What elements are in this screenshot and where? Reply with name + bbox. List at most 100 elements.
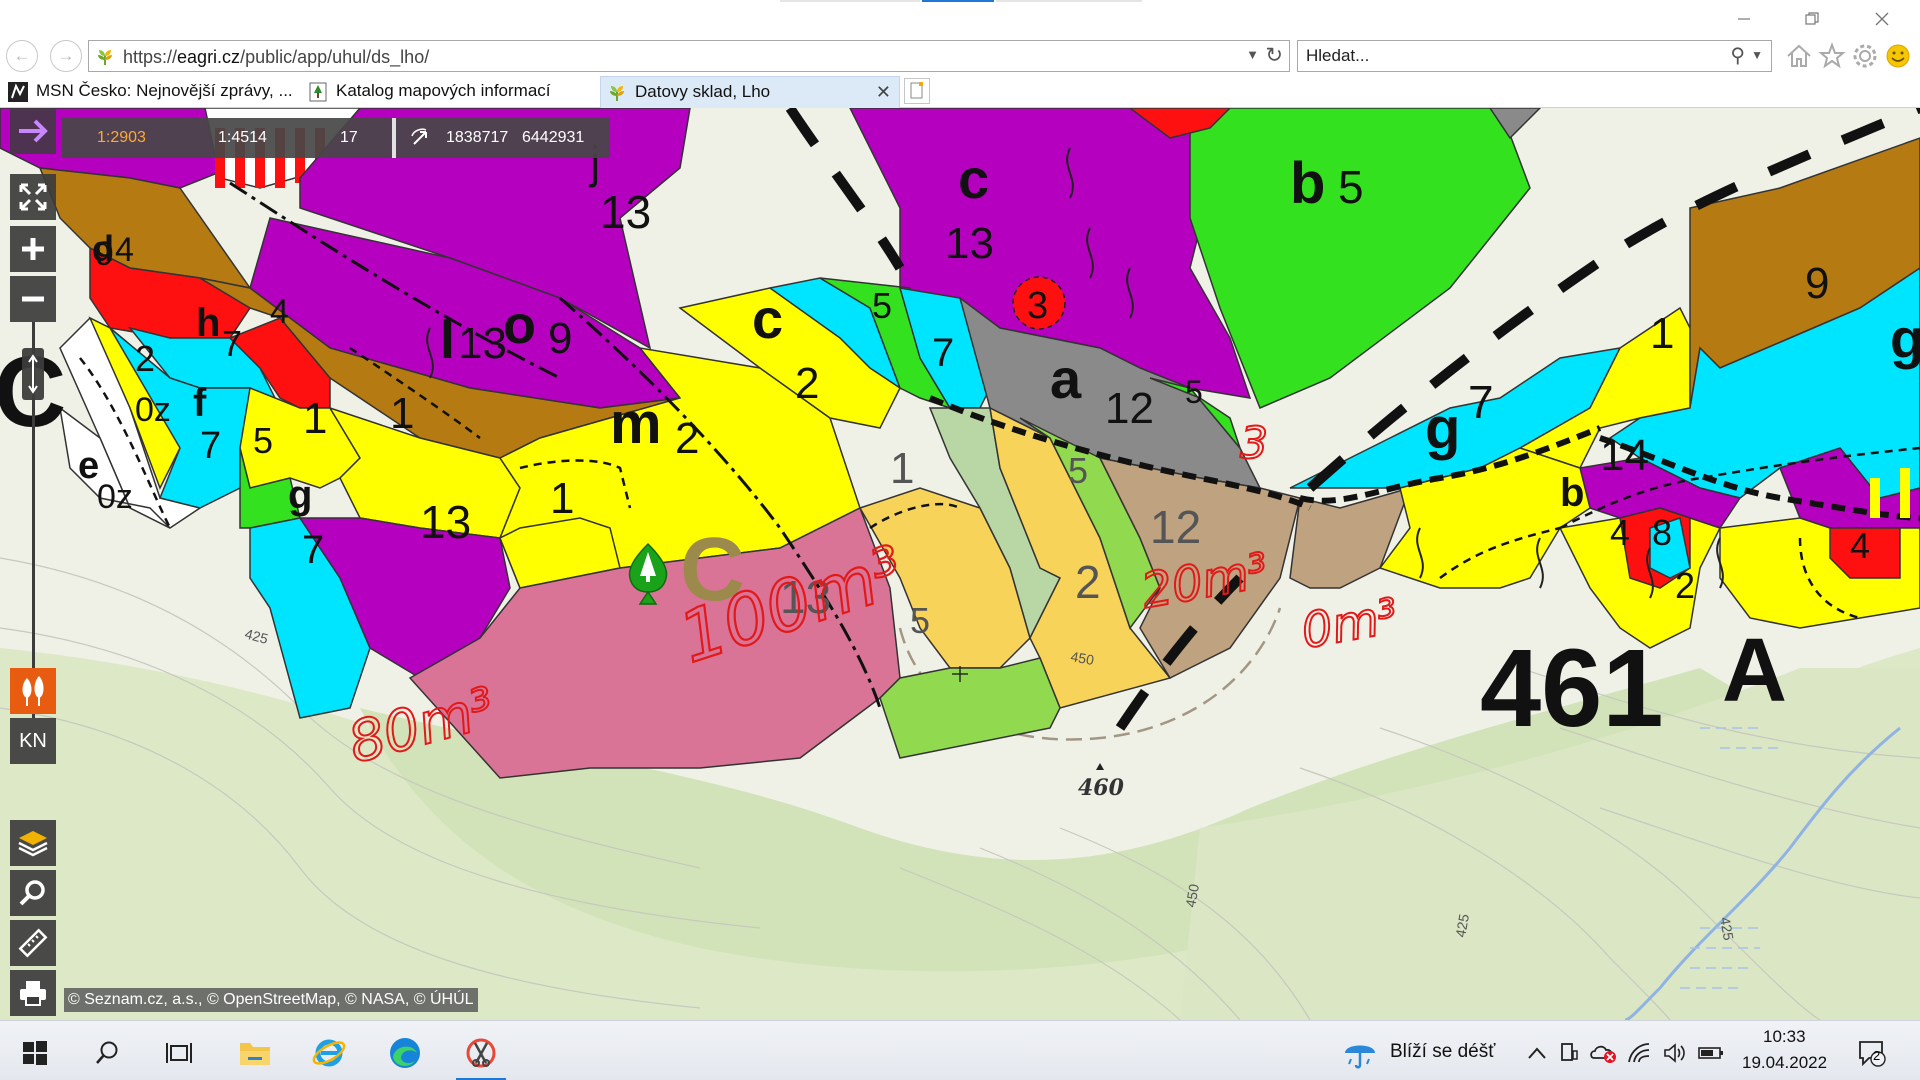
stand-age: 13 [420,496,471,548]
restore-icon [1805,12,1819,25]
smiley-icon[interactable] [1884,42,1912,70]
tray-overflow-button[interactable] [1520,1029,1554,1077]
zoom-slider-handle[interactable] [22,348,44,400]
address-row: ← → https://eagri.cz/public/app/uhul/ds_… [0,36,1920,74]
taskbar: Blíží se déšť 10:33 19.04.2022 2 [0,1020,1920,1080]
map-search-button[interactable] [10,870,56,916]
task-view-button[interactable] [150,1029,208,1077]
internet-explorer-icon [312,1039,346,1067]
map-canvas[interactable]: j 13 l 13 c 13 3 b 5 9 d 4 h 7 4 o 9 c 2… [0,108,1920,1020]
stand-letter: l [440,310,455,370]
tab-katalog[interactable]: Katalog mapových informací [302,76,598,108]
eagri-favicon-icon [98,50,112,65]
action-center-button[interactable]: 2 [1852,1029,1892,1077]
restore-button[interactable] [1790,6,1834,32]
tray-device-button[interactable] [1554,1029,1584,1077]
close-icon [1875,12,1889,26]
coordinate-system-icon[interactable] [408,126,432,150]
tab-msn[interactable]: MSN Česko: Nejnovější zprávy, ... [2,76,300,108]
notification-count: 2 [1873,1048,1881,1063]
layers-button[interactable] [10,820,56,866]
stand-letter: h [196,301,220,345]
snip-icon [466,1038,496,1068]
close-tab-icon[interactable]: ✕ [876,77,891,107]
snipping-tool-button[interactable] [452,1029,510,1080]
taskbar-search-button[interactable] [78,1029,136,1077]
edge-icon [390,1038,420,1068]
star-icon[interactable] [1818,42,1846,70]
clock-date[interactable]: 19.04.2022 [1742,1053,1827,1073]
stand-letter: b [1290,151,1325,216]
updown-arrow-icon [28,354,38,394]
close-window-button[interactable] [1860,6,1904,32]
tray-volume-button[interactable] [1660,1029,1690,1077]
arrow-right-icon [19,119,48,143]
chevron-down-icon[interactable]: ▼ [1751,48,1763,62]
stand-age: 12 [1150,501,1201,553]
clock-time[interactable]: 10:33 [1763,1027,1806,1047]
search-icon[interactable]: ⚲ [1730,43,1745,68]
edge-button[interactable] [376,1029,434,1077]
weather-button[interactable] [1336,1029,1384,1077]
new-tab-button[interactable] [904,78,930,104]
stand-age: 12 [1105,384,1154,433]
file-explorer-button[interactable] [226,1029,284,1077]
elevation-label: 460 [1078,775,1125,801]
stand-letter: d [92,228,114,269]
annotation-3: 3 [1240,418,1268,469]
tray-onedrive-button[interactable] [1588,1029,1618,1077]
tab-datovy-sklad[interactable]: Datovy sklad, Lho ✕ [600,76,900,108]
back-button[interactable]: ← [6,40,38,72]
stand-age: 2 [675,414,699,463]
stand-age: 1 [303,394,327,443]
stand-age: 4 [270,293,289,331]
plus-icon [22,238,44,260]
measure-button[interactable] [10,920,56,966]
zoom-in-button[interactable] [10,226,56,272]
stand-age: 3 [1027,285,1048,327]
tab-label: Katalog mapových informací [336,81,551,100]
tray-network-button[interactable] [1624,1029,1654,1077]
stand-age: 2 [1075,556,1101,608]
menu-toggle-button[interactable] [10,108,56,154]
chevron-down-icon[interactable]: ▼ [1246,47,1259,62]
layers-icon [18,831,48,857]
stand-age: 2 [795,359,819,408]
folder-icon [240,1043,270,1065]
stand-letter: c [752,287,783,350]
full-extent-button[interactable] [10,174,56,220]
windows-icon [23,1041,47,1065]
stand-letter: c [958,147,989,210]
tab-strip-indicator [780,0,920,2]
forward-button[interactable]: → [50,40,82,72]
tray-battery-button[interactable] [1696,1029,1726,1077]
start-button[interactable] [6,1029,64,1077]
gear-icon[interactable] [1851,42,1879,70]
print-button[interactable] [10,970,56,1016]
cadastre-button[interactable]: KN [10,718,56,764]
scale-current[interactable]: 1:2903 [97,129,146,147]
url-prefix: https:// [123,47,178,67]
address-bar[interactable]: https://eagri.cz/public/app/uhul/ds_lho/… [88,40,1290,72]
scale-alt[interactable]: 1:4514 [218,129,267,147]
stand-age: 7 [222,323,242,364]
home-icon[interactable] [1785,42,1813,70]
search-icon [96,1041,118,1064]
back-arrow-icon: ← [13,46,31,65]
weather-text[interactable]: Blíží se déšť [1390,1041,1495,1063]
stand-age: 1 [550,474,574,523]
printer-icon [20,981,46,1006]
search-input[interactable] [1306,45,1706,67]
expand-icon [19,183,47,211]
minimize-button[interactable] [1722,6,1766,32]
tab-label: Datovy sklad, Lho [635,82,771,101]
forest-layer-button[interactable] [10,668,56,714]
tab-label: MSN Česko: Nejnovější zprávy, ... [36,81,293,100]
stand-age: 5 [1068,450,1088,491]
internet-explorer-button[interactable] [300,1029,358,1077]
refresh-icon[interactable]: ↻ [1265,43,1283,68]
search-box[interactable]: ⚲ ▼ [1297,40,1772,72]
speaker-icon [1664,1043,1685,1063]
zoom-out-button[interactable] [10,276,56,322]
map-viewport[interactable]: j 13 l 13 c 13 3 b 5 9 d 4 h 7 4 o 9 c 2… [0,108,1920,1020]
